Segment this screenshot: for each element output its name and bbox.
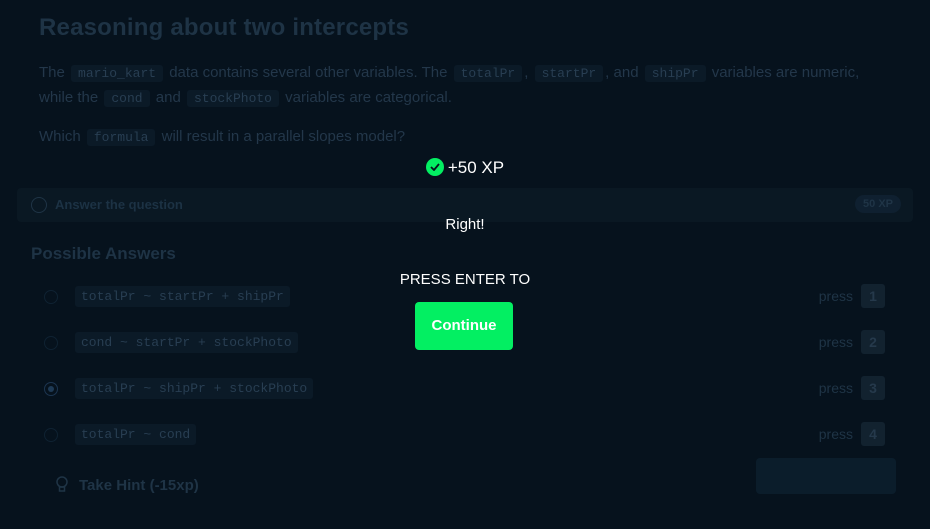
feedback-overlay: +50 XP Right! PRESS ENTER TO Continue	[0, 0, 930, 529]
xp-earned-label: +50 XP	[447, 158, 505, 177]
press-enter-hint: PRESS ENTER TO	[399, 271, 531, 288]
xp-earned: +50 XP	[0, 158, 930, 178]
feedback-message: Right!	[445, 216, 485, 233]
check-icon	[425, 158, 444, 176]
exercise-page: Reasoning about two intercepts The mario…	[0, 0, 930, 529]
continue-button[interactable]: Continue	[415, 302, 513, 350]
